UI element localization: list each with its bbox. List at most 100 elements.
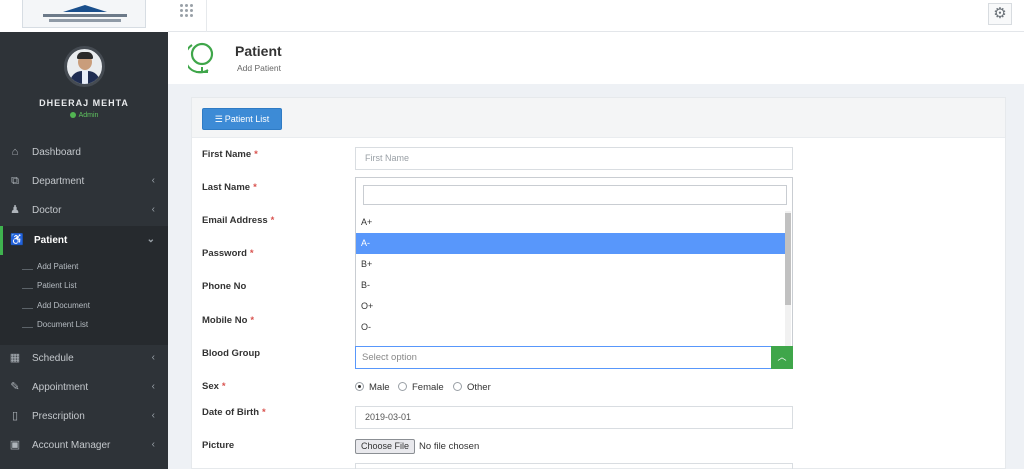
user-role: Admin	[0, 112, 168, 119]
user-role-label: Admin	[78, 112, 99, 119]
edit-icon: ✎	[10, 381, 20, 393]
required-mark: *	[254, 149, 258, 160]
picture-file-input: Choose File No file chosen	[355, 439, 479, 454]
sex-label-text: Sex	[202, 381, 219, 392]
required-mark: *	[250, 315, 255, 326]
dropdown-option[interactable]: B-	[356, 275, 787, 296]
first-name-label: First Name *	[202, 149, 258, 160]
submenu-item-add-patient[interactable]: Add Patient	[22, 262, 78, 276]
dropdown-option-highlighted[interactable]: A-	[356, 233, 787, 254]
avatar[interactable]	[64, 46, 105, 87]
sidebar: DHEERAJ MEHTA Admin ⌂ Dashboard ⧉ Depart…	[0, 0, 168, 469]
dob-input[interactable]: 2019-03-01	[355, 406, 793, 429]
select-placeholder: Select option	[362, 352, 417, 363]
sidebar-item-patient[interactable]: ♿ Patient ⌄	[0, 226, 168, 255]
apps-grid-icon[interactable]	[180, 4, 194, 18]
patient-submenu: Add Patient Patient List Add Document Do…	[0, 255, 168, 345]
book-icon: ▯	[11, 410, 19, 422]
online-status-icon	[69, 112, 76, 118]
password-label: Password *	[202, 248, 254, 259]
sidebar-item-label: Dashboard	[32, 147, 81, 158]
radio-unchecked-icon	[398, 382, 407, 391]
chevron-down-icon: ⌄	[146, 234, 155, 245]
sidebar-item-dashboard[interactable]: ⌂ Dashboard	[0, 138, 168, 167]
radio-checked-icon	[355, 382, 364, 391]
last-name-label: Last Name *	[202, 182, 257, 193]
sidebar-item-schedule[interactable]: ▦ Schedule ‹	[0, 344, 168, 373]
submenu-item-document-list[interactable]: Document List	[22, 320, 88, 334]
sidebar-item-appointment[interactable]: ✎ Appointment ‹	[0, 373, 168, 402]
sidebar-item-prescription[interactable]: ▯ Prescription ‹	[0, 402, 168, 431]
sidebar-item-account-manager[interactable]: ▣ Account Manager ‹	[0, 431, 168, 460]
submenu-item-add-document[interactable]: Add Document	[22, 301, 90, 315]
chevron-left-icon: ‹	[151, 410, 155, 421]
sidebar-item-label: Prescription	[32, 411, 85, 422]
top-bar: ⚙	[168, 0, 1024, 32]
user-name: DHEERAJ MEHTA	[39, 98, 129, 108]
sidebar-item-label: Appointment	[32, 382, 89, 393]
sidebar-item-label: Schedule	[32, 353, 74, 364]
patient-list-button-label: Patient List	[224, 114, 270, 124]
radio-label: Female	[412, 382, 444, 393]
sidebar-item-department[interactable]: ⧉ Department ‹	[0, 167, 168, 196]
chevron-left-icon: ‹	[151, 204, 155, 215]
sex-radio-male[interactable]: Male	[355, 382, 390, 393]
next-field-input[interactable]	[355, 463, 793, 469]
dob-label-text: Date of Birth	[202, 407, 259, 418]
sidebar-item-doctor[interactable]: ♟ Doctor ‹	[0, 196, 168, 225]
page-subtitle: Add Patient	[237, 63, 281, 73]
sitemap-icon: ⧉	[11, 175, 19, 187]
page-header: Patient Add Patient	[168, 32, 1024, 84]
logo-area	[0, 0, 168, 32]
radio-label: Other	[467, 382, 491, 393]
patient-list-button[interactable]: ☰ Patient List	[202, 108, 282, 130]
email-label-text: Email Address	[202, 215, 268, 226]
scrollbar-thumb[interactable]	[785, 213, 791, 305]
page-title: Patient	[235, 43, 282, 59]
sidebar-item-label: Doctor	[32, 205, 62, 216]
chevron-up-icon[interactable]: ︿	[771, 346, 793, 369]
money-icon: ▣	[9, 439, 21, 451]
blood-group-dropdown: A+ A- B+ B- O+ O-	[355, 177, 793, 347]
choose-file-button[interactable]: Choose File	[355, 439, 416, 454]
calendar-icon: ▦	[9, 352, 21, 364]
user-profile: DHEERAJ MEHTA Admin	[0, 32, 168, 140]
required-mark: *	[270, 215, 275, 226]
mobile-label-text: Mobile No	[202, 315, 248, 326]
phone-label: Phone No	[202, 281, 247, 292]
sex-radio-female[interactable]: Female	[398, 382, 444, 393]
blood-group-select[interactable]: Select option ︿	[355, 346, 793, 369]
user-md-icon: ♟	[10, 204, 20, 216]
dropdown-option[interactable]: O-	[356, 317, 787, 338]
chevron-left-icon: ‹	[151, 381, 155, 392]
divider	[206, 0, 207, 32]
sidebar-item-label: Account Manager	[32, 440, 111, 451]
email-label: Email Address *	[202, 215, 274, 226]
required-mark: *	[262, 407, 266, 418]
dropdown-scrollbar[interactable]	[785, 211, 791, 346]
first-name-input[interactable]: First Name	[355, 147, 793, 170]
first-name-label-text: First Name	[202, 149, 252, 160]
dropdown-search-input[interactable]	[363, 185, 787, 205]
required-mark: *	[253, 182, 257, 193]
password-label-text: Password	[202, 248, 247, 259]
sex-label: Sex *	[202, 381, 226, 392]
required-mark: *	[249, 248, 254, 259]
submenu-item-patient-list[interactable]: Patient List	[22, 281, 77, 295]
dropdown-option[interactable]: A+	[356, 212, 787, 233]
file-status: No file chosen	[419, 441, 480, 452]
radio-unchecked-icon	[453, 382, 462, 391]
dropdown-option[interactable]: B+	[356, 254, 787, 275]
radio-label: Male	[369, 382, 390, 393]
chevron-left-icon: ‹	[151, 352, 155, 363]
brand-logo[interactable]	[22, 0, 146, 28]
sidebar-item-label: Department	[32, 176, 85, 187]
settings-button[interactable]: ⚙	[988, 3, 1012, 25]
wheelchair-icon: ♿	[10, 234, 24, 246]
list-icon: ☰	[214, 114, 223, 124]
dropdown-options: A+ A- B+ B- O+ O-	[356, 211, 787, 346]
gear-icon: ⚙	[993, 5, 1007, 22]
sidebar-item-label: Patient	[34, 235, 68, 246]
dropdown-option[interactable]: O+	[356, 296, 787, 317]
sex-radio-other[interactable]: Other	[453, 382, 491, 393]
